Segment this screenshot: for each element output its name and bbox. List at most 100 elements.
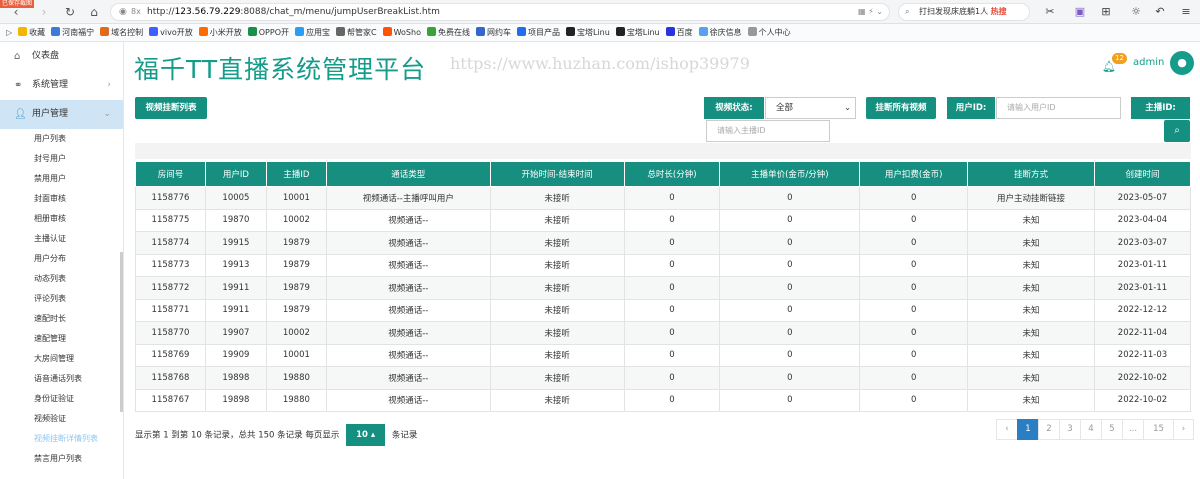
table-row[interactable]: 1158770 19907 10002 视频通话-- 未接听 0 0 0 未知 2022-11-0… bbox=[135, 321, 1192, 345]
sidebar-toggle-icon[interactable]: ▷ bbox=[6, 24, 12, 41]
column-header[interactable]: 主播单价(金币/分钟) bbox=[719, 161, 861, 187]
bookmark-item[interactable]: 河南福宁 bbox=[51, 24, 94, 41]
video-status-select[interactable]: 全部 ⌄ bbox=[765, 97, 856, 119]
table-cell: 0 bbox=[859, 366, 969, 390]
column-header[interactable]: 挂断方式 bbox=[967, 161, 1095, 187]
menu-icon[interactable]: ≡ bbox=[1178, 4, 1194, 20]
sidebar-item-users[interactable]: 👤︎ 用户管理 ⌄ bbox=[0, 100, 123, 129]
column-header[interactable]: 用户扣费(金币) bbox=[859, 161, 969, 187]
sidebar-subitem[interactable]: 视频验证 bbox=[0, 409, 123, 429]
column-header[interactable]: 主播ID bbox=[265, 161, 327, 187]
page-size-dropdown[interactable]: 10 ▴ bbox=[346, 424, 386, 446]
sidebar-subitem[interactable]: 大房间管理 bbox=[0, 349, 123, 369]
bookmark-item[interactable]: 免费在线 bbox=[426, 24, 470, 41]
last-page-button[interactable]: 15 bbox=[1143, 419, 1173, 440]
sidebar-subitem[interactable]: 禁言用户列表 bbox=[0, 449, 123, 469]
video-hangup-list-button[interactable]: 视频挂断列表 bbox=[135, 97, 207, 119]
table-row[interactable]: 1158771 19911 19879 视频通话-- 未接听 0 0 0 未知 2022-12-1… bbox=[135, 298, 1192, 322]
table-row[interactable]: 1158767 19898 19880 视频通话-- 未接听 0 0 0 未知 2022-10-0… bbox=[135, 388, 1192, 412]
user-id-input[interactable]: 请输入用户ID bbox=[996, 97, 1121, 119]
bookmark-item[interactable]: 收藏 bbox=[18, 24, 45, 41]
bookmark-label: 帮管家C bbox=[347, 28, 377, 37]
table-row[interactable]: 1158772 19911 19879 视频通话-- 未接听 0 0 0 未知 2023-01-1… bbox=[135, 276, 1192, 300]
search-button[interactable]: ⌕ bbox=[1164, 120, 1190, 142]
page-button[interactable]: 5 bbox=[1101, 419, 1122, 440]
table-row[interactable]: 1158774 19915 19879 视频通话-- 未接听 0 0 0 未知 2023-03-0… bbox=[135, 231, 1192, 255]
sidebar-subitem[interactable]: 动态列表 bbox=[0, 269, 123, 289]
table-cell: 0 bbox=[623, 343, 721, 367]
bookmark-item[interactable]: 宝塔Linu bbox=[565, 24, 610, 41]
sidebar-subitem[interactable]: 禁用用户 bbox=[0, 169, 123, 189]
hangup-all-videos-button[interactable]: 挂断所有视频 bbox=[866, 97, 936, 119]
bookmark-item[interactable]: 徐庆信息 bbox=[698, 24, 742, 41]
bookmark-item[interactable]: 帮管家C bbox=[336, 24, 377, 41]
sidebar-subitem[interactable]: 主播认证 bbox=[0, 229, 123, 249]
column-header[interactable]: 创建时间 bbox=[1093, 161, 1192, 187]
forward-icon[interactable]: › bbox=[36, 4, 52, 20]
table-row[interactable]: 1158769 19909 10001 视频通话-- 未接听 0 0 0 未知 2022-11-0… bbox=[135, 343, 1192, 367]
back-icon[interactable]: ‹ bbox=[8, 4, 24, 20]
page-button[interactable]: 2 bbox=[1038, 419, 1059, 440]
sidebar-subitem[interactable]: 封号用户 bbox=[0, 149, 123, 169]
bookmark-item[interactable]: 项目产品 bbox=[516, 24, 560, 41]
bookmark-item[interactable]: OPPO开 bbox=[247, 24, 289, 41]
bookmark-item[interactable]: 个人中心 bbox=[747, 24, 791, 41]
page-button[interactable]: 1 bbox=[1017, 419, 1038, 440]
bookmark-item[interactable]: vivo开放 bbox=[149, 24, 193, 41]
avatar-icon[interactable]: ● bbox=[1170, 51, 1194, 75]
bookmark-item[interactable]: 域名控制 bbox=[100, 24, 143, 41]
table-row[interactable]: 1158776 10005 10001 视频通话--主播呼叫用户 未接听 0 0 0 用户主动挂… bbox=[135, 186, 1192, 210]
next-page-button[interactable]: › bbox=[1173, 419, 1194, 440]
column-header[interactable]: 房间号 bbox=[135, 161, 206, 187]
anchor-id-input[interactable]: 请输入主播ID bbox=[706, 120, 830, 142]
address-actions-icon[interactable]: ▦ ⚡ ⌄ bbox=[858, 4, 883, 20]
extension-icon[interactable]: ▣ bbox=[1072, 4, 1088, 20]
bookmark-item[interactable]: 应用宝 bbox=[295, 24, 330, 41]
table-cell: 0 bbox=[719, 298, 861, 322]
page-button[interactable]: 3 bbox=[1059, 419, 1080, 440]
sidebar-subitem[interactable]: 语音通话列表 bbox=[0, 369, 123, 389]
undo-icon[interactable]: ↶ bbox=[1152, 4, 1168, 20]
sidebar-subitem[interactable]: 封面审核 bbox=[0, 189, 123, 209]
bookmark-bar: ▷ 收藏 河南福宁 域名控制 vivo开放 小米开放 OPPO开 应用宝 帮管家C WoSho 免费… bbox=[0, 24, 1200, 42]
sidebar-scrollbar[interactable] bbox=[120, 252, 123, 412]
bookmark-item[interactable]: 宝塔Linu bbox=[615, 24, 660, 41]
table-cell: 10002 bbox=[265, 208, 327, 232]
address-bar[interactable]: ◉ 8x http://123.56.79.229:8088/chat_m/me… bbox=[110, 3, 890, 21]
page-button[interactable]: 4 bbox=[1080, 419, 1101, 440]
bookmark-item[interactable]: 百度 bbox=[665, 24, 693, 41]
bookmark-item[interactable]: 小米开放 bbox=[198, 24, 242, 41]
table-row[interactable]: 1158775 19870 10002 视频通话-- 未接听 0 0 0 未知 2023-04-0… bbox=[135, 208, 1192, 232]
theme-icon[interactable]: ☼ bbox=[1128, 4, 1144, 20]
browser-search-box[interactable]: ⌕ 打扫发现床底躺1人 热搜 bbox=[898, 3, 1030, 21]
table-row[interactable]: 1158773 19913 19879 视频通话-- 未接听 0 0 0 未知 2023-01-1… bbox=[135, 253, 1192, 277]
table-cell: 19915 bbox=[204, 231, 267, 255]
bookmark-item[interactable]: 网约车 bbox=[475, 24, 511, 41]
sidebar-subitem[interactable]: 身份证验证 bbox=[0, 389, 123, 409]
bookmark-item[interactable]: WoSho bbox=[382, 24, 421, 41]
column-header[interactable]: 总时长(分钟) bbox=[623, 161, 721, 187]
column-header[interactable]: 通话类型 bbox=[325, 161, 491, 187]
sidebar-subitem[interactable]: 速配时长 bbox=[0, 309, 123, 329]
prev-page-button[interactable]: ‹ bbox=[996, 419, 1017, 440]
admin-username[interactable]: admin bbox=[1133, 57, 1164, 68]
sidebar-subitem[interactable]: 评论列表 bbox=[0, 289, 123, 309]
sidebar-subitem[interactable]: 相册审核 bbox=[0, 209, 123, 229]
pagination-summary: 显示第 1 到第 10 条记录，总共 150 条记录 每页显示 10 ▴ 条记录 bbox=[135, 424, 417, 446]
column-header[interactable]: 用户ID bbox=[204, 161, 267, 187]
table-cell: 1158767 bbox=[135, 388, 206, 412]
table-row[interactable]: 1158768 19898 19880 视频通话-- 未接听 0 0 0 未知 2022-10-0… bbox=[135, 366, 1192, 390]
sidebar-subitem[interactable]: 用户分布 bbox=[0, 249, 123, 269]
sidebar-item-system[interactable]: ⚭ 系统管理 › bbox=[0, 71, 123, 100]
sidebar-subitem[interactable]: 速配管理 bbox=[0, 329, 123, 349]
scissors-icon[interactable]: ✂ bbox=[1042, 4, 1058, 20]
apps-grid-icon[interactable]: ⊞ bbox=[1098, 4, 1114, 20]
table-cell: 19870 bbox=[204, 208, 267, 232]
column-header[interactable]: 开始时间-结束时间 bbox=[489, 161, 625, 187]
reload-icon[interactable]: ↻ bbox=[62, 4, 78, 20]
sidebar-subitem[interactable]: 用户列表 bbox=[0, 129, 123, 149]
sidebar-subitem[interactable]: 视频挂断详情列表 bbox=[0, 429, 123, 449]
sidebar-item-dashboard[interactable]: ⌂ 仪表盘 bbox=[0, 42, 123, 71]
home-icon[interactable]: ⌂ bbox=[86, 4, 102, 20]
table-cell: 0 bbox=[719, 343, 861, 367]
